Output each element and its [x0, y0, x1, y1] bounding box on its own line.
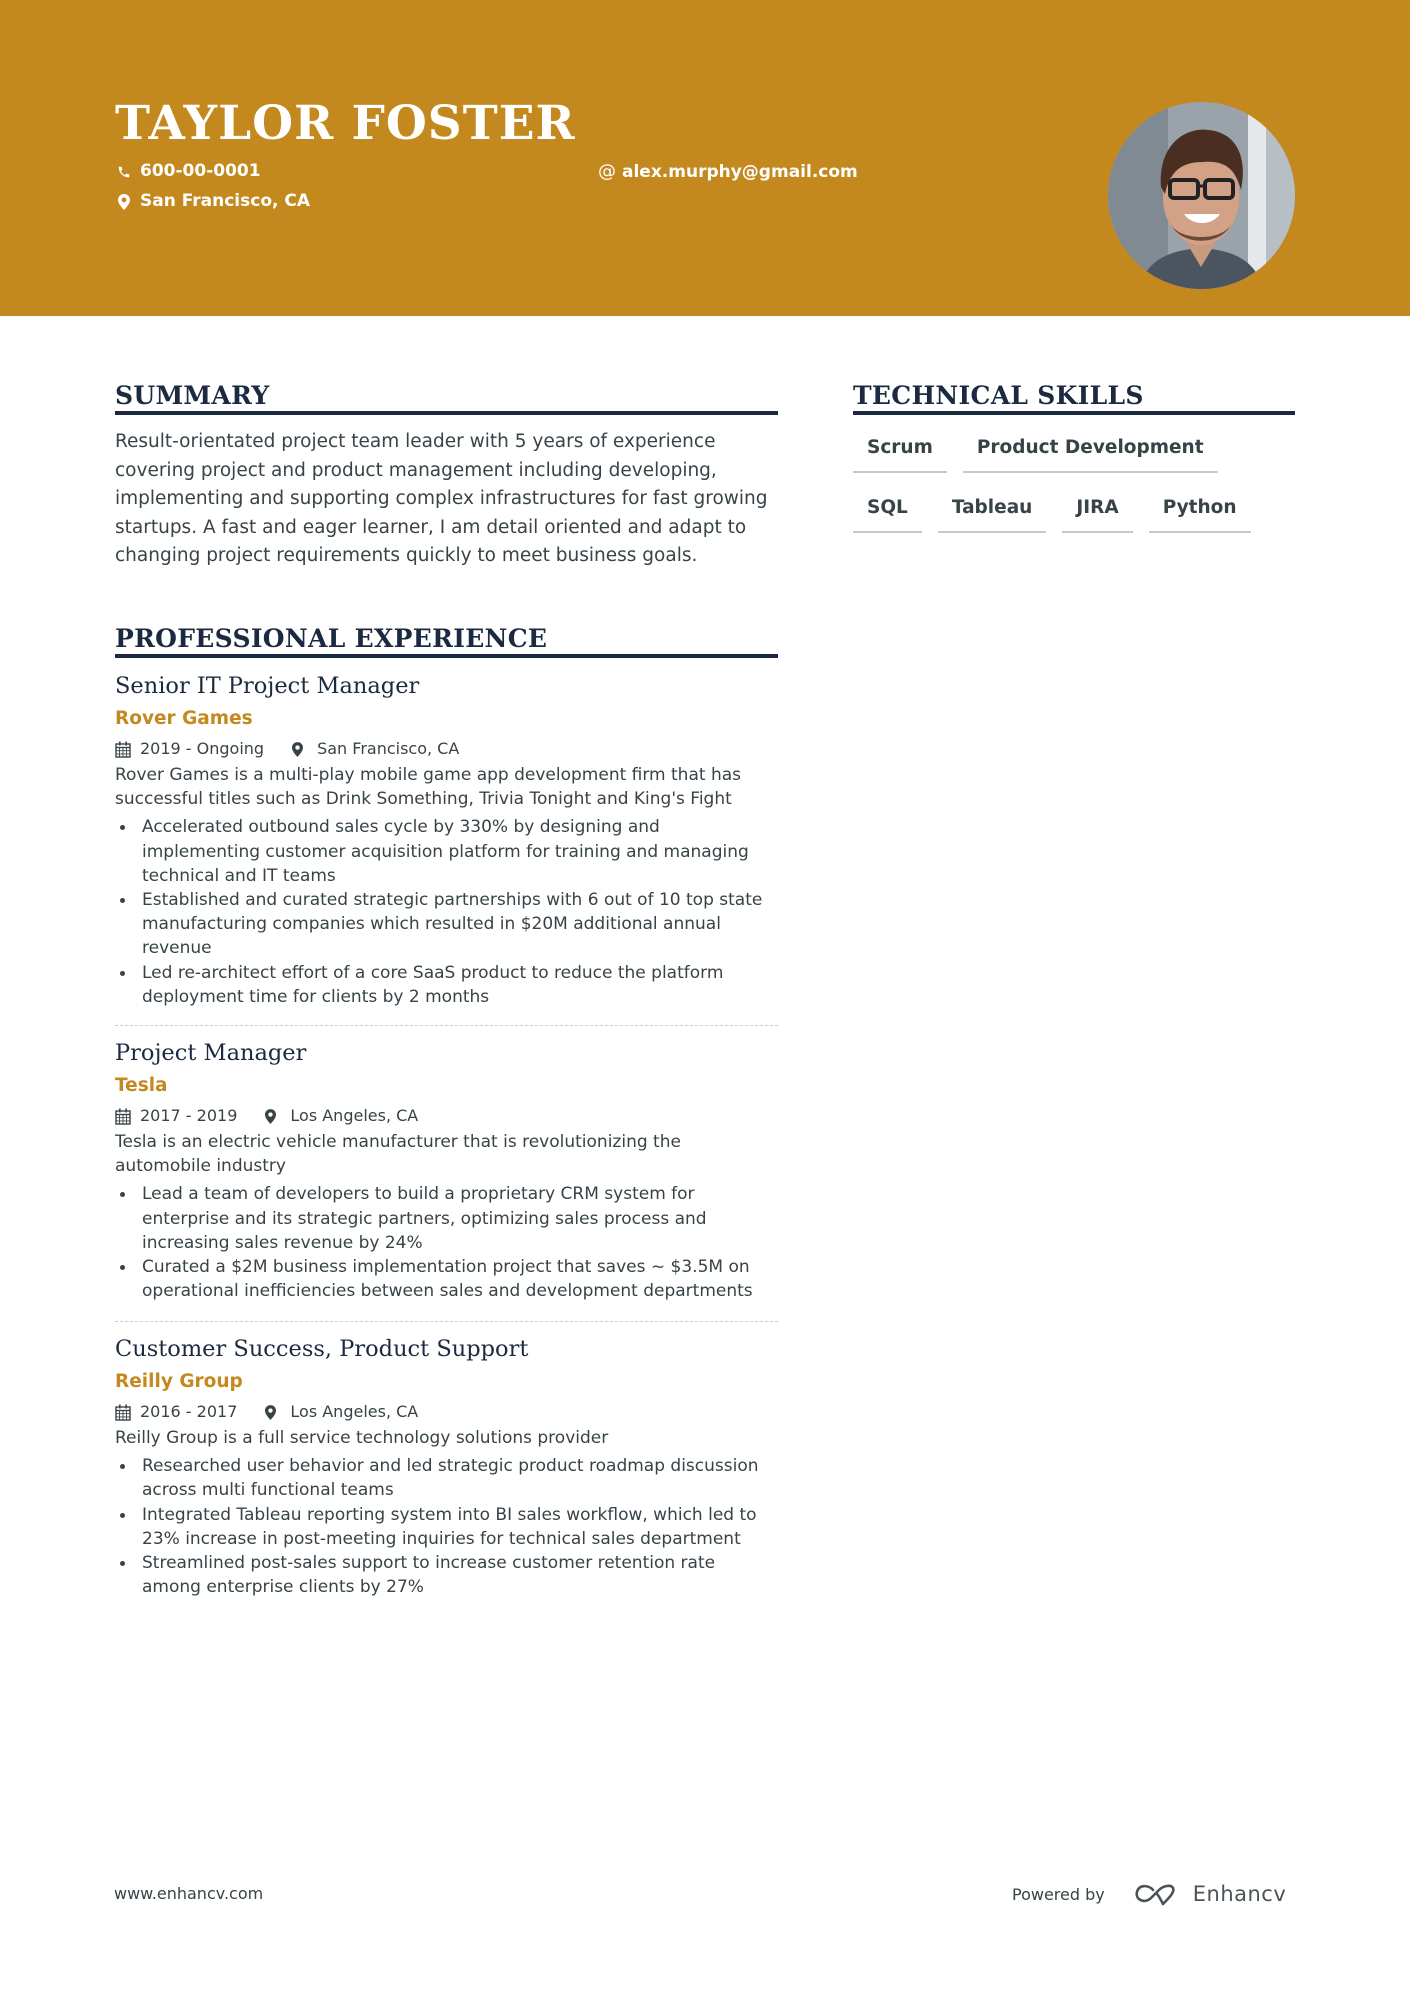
- company-description: Tesla is an electric vehicle manufacture…: [115, 1132, 681, 1177]
- contact-email[interactable]: @ alex.murphy@gmail.com: [598, 163, 858, 181]
- calendar-icon: [115, 1107, 133, 1125]
- achievement-item: Integrated Tableau reporting system into…: [115, 1503, 778, 1551]
- skills-rule: [853, 411, 1295, 415]
- job-divider: [115, 1321, 778, 1322]
- achievement-list: Accelerated outbound sales cycle by 330%…: [115, 815, 778, 1009]
- phone-icon: [116, 164, 132, 180]
- achievement-item: Established and curated strategic partne…: [115, 888, 778, 961]
- enhancv-logo-icon: [1133, 1882, 1181, 1906]
- skills-heading: TECHNICAL SKILLS: [853, 381, 1144, 410]
- avatar: [1108, 102, 1295, 289]
- footer-website-link[interactable]: www.enhancv.com: [114, 1884, 263, 1903]
- resume-header: TAYLOR FOSTER 600-00-0001 San Francisco,…: [0, 0, 1410, 316]
- skill-tag: Tableau: [937, 496, 1047, 533]
- contact-phone: 600-00-0001: [116, 163, 261, 180]
- skill-tag: Product Development: [962, 436, 1218, 473]
- job-title: Senior IT Project Manager: [115, 673, 420, 699]
- achievement-item: Researched user behavior and led strateg…: [115, 1454, 778, 1502]
- summary-rule: [115, 411, 778, 415]
- job-dates: 2017 - 2019: [140, 1106, 238, 1125]
- skills-list: Scrum Product Development SQL Tableau JI…: [853, 436, 1298, 533]
- job-meta: 2017 - 2019 Los Angeles, CA: [115, 1105, 778, 1127]
- achievement-item: Lead a team of developers to build a pro…: [115, 1182, 778, 1255]
- job-dates: 2019 - Ongoing: [140, 739, 265, 758]
- candidate-name: TAYLOR FOSTER: [115, 96, 576, 151]
- company-name: Rover Games: [115, 708, 253, 729]
- job-title: Project Manager: [115, 1040, 307, 1066]
- experience-heading: PROFESSIONAL EXPERIENCE: [115, 624, 548, 653]
- experience-rule: [115, 654, 778, 658]
- map-pin-icon: [292, 740, 310, 758]
- at-icon: @: [598, 161, 616, 182]
- achievement-item: Curated a $2M business implementation pr…: [115, 1255, 778, 1303]
- map-pin-icon: [265, 1403, 283, 1421]
- summary-text: Result-orientated project team leader wi…: [115, 431, 768, 567]
- job-location: Los Angeles, CA: [290, 1402, 419, 1421]
- job-entry: Project Manager Tesla 2017 - 2019 Los An…: [115, 1038, 778, 1303]
- skill-tag: Scrum: [853, 436, 947, 473]
- achievement-list: Lead a team of developers to build a pro…: [115, 1182, 778, 1303]
- skill-tag: SQL: [853, 496, 922, 533]
- achievement-list: Researched user behavior and led strateg…: [115, 1454, 778, 1599]
- calendar-icon: [115, 1403, 133, 1421]
- phone-number: 600-00-0001: [140, 161, 261, 181]
- skill-tag: JIRA: [1062, 496, 1133, 533]
- job-location: San Francisco, CA: [317, 739, 460, 758]
- powered-by-label: Powered by: [1012, 1884, 1105, 1904]
- footer-branding[interactable]: Powered by Enhancv: [1012, 1882, 1286, 1906]
- job-entry: Senior IT Project Manager Rover Games 20…: [115, 671, 778, 1009]
- company-name: Reilly Group: [115, 1371, 243, 1392]
- achievement-item: Led re-architect effort of a core SaaS p…: [115, 961, 778, 1009]
- email-address[interactable]: alex.murphy@gmail.com: [622, 163, 858, 181]
- calendar-icon: [115, 740, 133, 758]
- skill-tag: Python: [1148, 496, 1251, 533]
- company-name: Tesla: [115, 1075, 168, 1096]
- profile-photo: [1108, 102, 1295, 289]
- achievement-item: Accelerated outbound sales cycle by 330%…: [115, 815, 778, 888]
- job-entry: Customer Success, Product Support Reilly…: [115, 1334, 778, 1599]
- job-meta: 2019 - Ongoing San Francisco, CA: [115, 738, 778, 760]
- map-pin-icon: [116, 193, 132, 210]
- map-pin-icon: [265, 1107, 283, 1125]
- job-dates: 2016 - 2017: [140, 1402, 238, 1421]
- company-description: Rover Games is a multi-play mobile game …: [115, 765, 741, 810]
- enhancv-brand-name: Enhancv: [1192, 1882, 1287, 1906]
- achievement-item: Streamlined post-sales support to increa…: [115, 1551, 778, 1599]
- job-divider: [115, 1025, 778, 1026]
- job-title: Customer Success, Product Support: [115, 1336, 529, 1362]
- location-text: San Francisco, CA: [140, 191, 311, 211]
- contact-location: San Francisco, CA: [116, 193, 310, 210]
- job-location: Los Angeles, CA: [290, 1106, 419, 1125]
- summary-heading: SUMMARY: [115, 381, 270, 410]
- company-description: Reilly Group is a full service technolog…: [115, 1428, 609, 1448]
- job-meta: 2016 - 2017 Los Angeles, CA: [115, 1401, 778, 1423]
